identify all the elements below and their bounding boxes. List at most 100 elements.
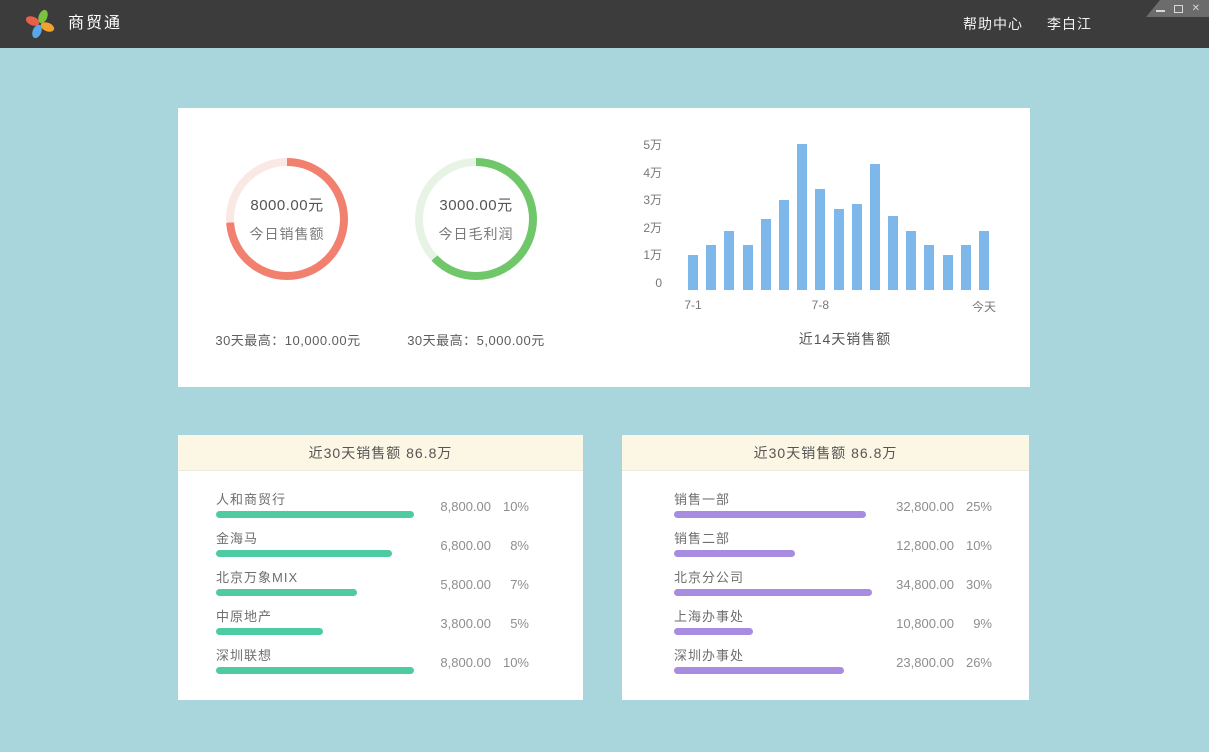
- ranking-row: 上海办事处 10,800.00 9%: [622, 605, 1029, 644]
- ranking-row-name: 销售二部: [674, 528, 730, 547]
- ranking-row-percent: 25%: [954, 499, 992, 514]
- ranking-row-bar: [216, 628, 414, 635]
- minimize-icon[interactable]: [1156, 10, 1165, 12]
- x-axis-label: 今天: [972, 298, 996, 315]
- ranking-row-percent: 5%: [491, 616, 529, 631]
- department-sales-panel-title: 近30天销售额 86.8万: [622, 435, 1029, 471]
- ranking-row-percent: 10%: [491, 499, 529, 514]
- ranking-row-bar: [216, 550, 414, 557]
- bar: [870, 164, 880, 290]
- bar: [888, 216, 898, 290]
- y-axis-tick: 2万: [602, 221, 662, 235]
- y-axis-tick: 4万: [602, 166, 662, 180]
- department-sales-panel: 近30天销售额 86.8万 销售一部 32,800.00 25% 销售二部 12…: [622, 435, 1029, 700]
- user-name-link[interactable]: 李白江: [1047, 14, 1092, 34]
- ranking-row: 中原地产 3,800.00 5%: [178, 605, 583, 644]
- today-sales-label: 今日销售额: [250, 224, 325, 244]
- bar: [815, 189, 825, 291]
- ranking-row-value: 8,800.00: [415, 499, 491, 514]
- ranking-row-percent: 30%: [954, 577, 992, 592]
- titlebar: 商贸通 帮助中心 李白江 ✕: [0, 0, 1209, 48]
- bar: [834, 209, 844, 290]
- pinwheel-logo-icon: [24, 8, 56, 40]
- bar: [979, 231, 989, 290]
- ranking-row-percent: 10%: [491, 655, 529, 670]
- bar: [779, 200, 789, 290]
- x-axis-label: 7-8: [812, 298, 829, 312]
- ranking-row-percent: 8%: [491, 538, 529, 553]
- ranking-row: 销售一部 32,800.00 25%: [622, 488, 1029, 527]
- ranking-row: 深圳办事处 23,800.00 26%: [622, 644, 1029, 683]
- bar: [761, 219, 771, 290]
- ranking-row-bar: [674, 667, 872, 674]
- bar: [706, 245, 716, 290]
- ranking-row-bar: [216, 511, 414, 518]
- sales-14day-bar-chart: [688, 130, 989, 290]
- bar-chart-x-axis: 7-17-8今天: [688, 298, 989, 314]
- ranking-row-percent: 7%: [491, 577, 529, 592]
- y-axis-tick: 0: [602, 276, 662, 290]
- window-controls: ✕: [1146, 0, 1209, 17]
- today-profit-value: 3000.00元: [439, 194, 512, 215]
- ranking-row-name: 金海马: [216, 528, 258, 547]
- bar: [961, 245, 971, 290]
- bar: [943, 255, 953, 290]
- overview-panel: 8000.00元 今日销售额 3000.00元 今日毛利润 30天最高：10,0…: [178, 108, 1030, 387]
- ranking-row-name: 深圳联想: [216, 645, 272, 664]
- y-axis-tick: 5万: [602, 138, 662, 152]
- ranking-row-name: 北京分公司: [674, 567, 744, 586]
- ranking-row-name: 上海办事处: [674, 606, 744, 625]
- ranking-row-bar: [216, 589, 414, 596]
- bar: [924, 245, 934, 290]
- ranking-row-name: 深圳办事处: [674, 645, 744, 664]
- ranking-row-value: 12,800.00: [878, 538, 954, 553]
- bar: [852, 204, 862, 290]
- bar: [688, 255, 698, 290]
- ranking-row-value: 34,800.00: [878, 577, 954, 592]
- bar: [906, 231, 916, 290]
- ranking-row-percent: 10%: [954, 538, 992, 553]
- ranking-row: 北京万象MIX 5,800.00 7%: [178, 566, 583, 605]
- ranking-row-value: 10,800.00: [878, 616, 954, 631]
- today-profit-label: 今日毛利润: [439, 224, 514, 244]
- ranking-row-value: 5,800.00: [415, 577, 491, 592]
- ranking-row-bar: [674, 550, 872, 557]
- ranking-row: 人和商贸行 8,800.00 10%: [178, 488, 583, 527]
- today-sales-donut-chart: 8000.00元 今日销售额: [226, 158, 348, 280]
- ranking-row-value: 32,800.00: [878, 499, 954, 514]
- ranking-row: 北京分公司 34,800.00 30%: [622, 566, 1029, 605]
- bar: [724, 231, 734, 290]
- close-icon[interactable]: ✕: [1192, 4, 1200, 14]
- today-sales-value: 8000.00元: [250, 194, 323, 215]
- ranking-row-name: 销售一部: [674, 489, 730, 508]
- ranking-row-bar: [674, 589, 872, 596]
- bar-chart-y-axis: 5万 4万 3万 2万 1万 0: [602, 108, 662, 387]
- y-axis-tick: 3万: [602, 193, 662, 207]
- customer-sales-panel: 近30天销售额 86.8万 人和商贸行 8,800.00 10% 金海马 6,8…: [178, 435, 583, 700]
- y-axis-tick: 1万: [602, 248, 662, 262]
- ranking-row-percent: 9%: [954, 616, 992, 631]
- ranking-row-value: 23,800.00: [878, 655, 954, 670]
- bar: [743, 245, 753, 290]
- ranking-row-bar: [674, 628, 872, 635]
- profit-30day-max-caption: 30天最高：5,000.00元: [386, 330, 566, 349]
- today-profit-donut-chart: 3000.00元 今日毛利润: [415, 158, 537, 280]
- ranking-row-name: 中原地产: [216, 606, 272, 625]
- ranking-row-value: 6,800.00: [415, 538, 491, 553]
- ranking-row-name: 北京万象MIX: [216, 567, 298, 586]
- maximize-icon[interactable]: [1174, 5, 1183, 13]
- customer-sales-panel-title: 近30天销售额 86.8万: [178, 435, 583, 471]
- ranking-row-bar: [674, 511, 872, 518]
- ranking-row: 销售二部 12,800.00 10%: [622, 527, 1029, 566]
- ranking-row-bar: [216, 667, 414, 674]
- ranking-row-value: 3,800.00: [415, 616, 491, 631]
- bar: [797, 144, 807, 290]
- ranking-row-name: 人和商贸行: [216, 489, 286, 508]
- ranking-row: 深圳联想 8,800.00 10%: [178, 644, 583, 683]
- ranking-row: 金海马 6,800.00 8%: [178, 527, 583, 566]
- help-center-link[interactable]: 帮助中心: [963, 14, 1023, 34]
- x-axis-label: 7-1: [684, 298, 701, 312]
- sales-30day-max-caption: 30天最高：10,000.00元: [198, 330, 378, 349]
- ranking-row-percent: 26%: [954, 655, 992, 670]
- app-title: 商贸通: [68, 0, 122, 48]
